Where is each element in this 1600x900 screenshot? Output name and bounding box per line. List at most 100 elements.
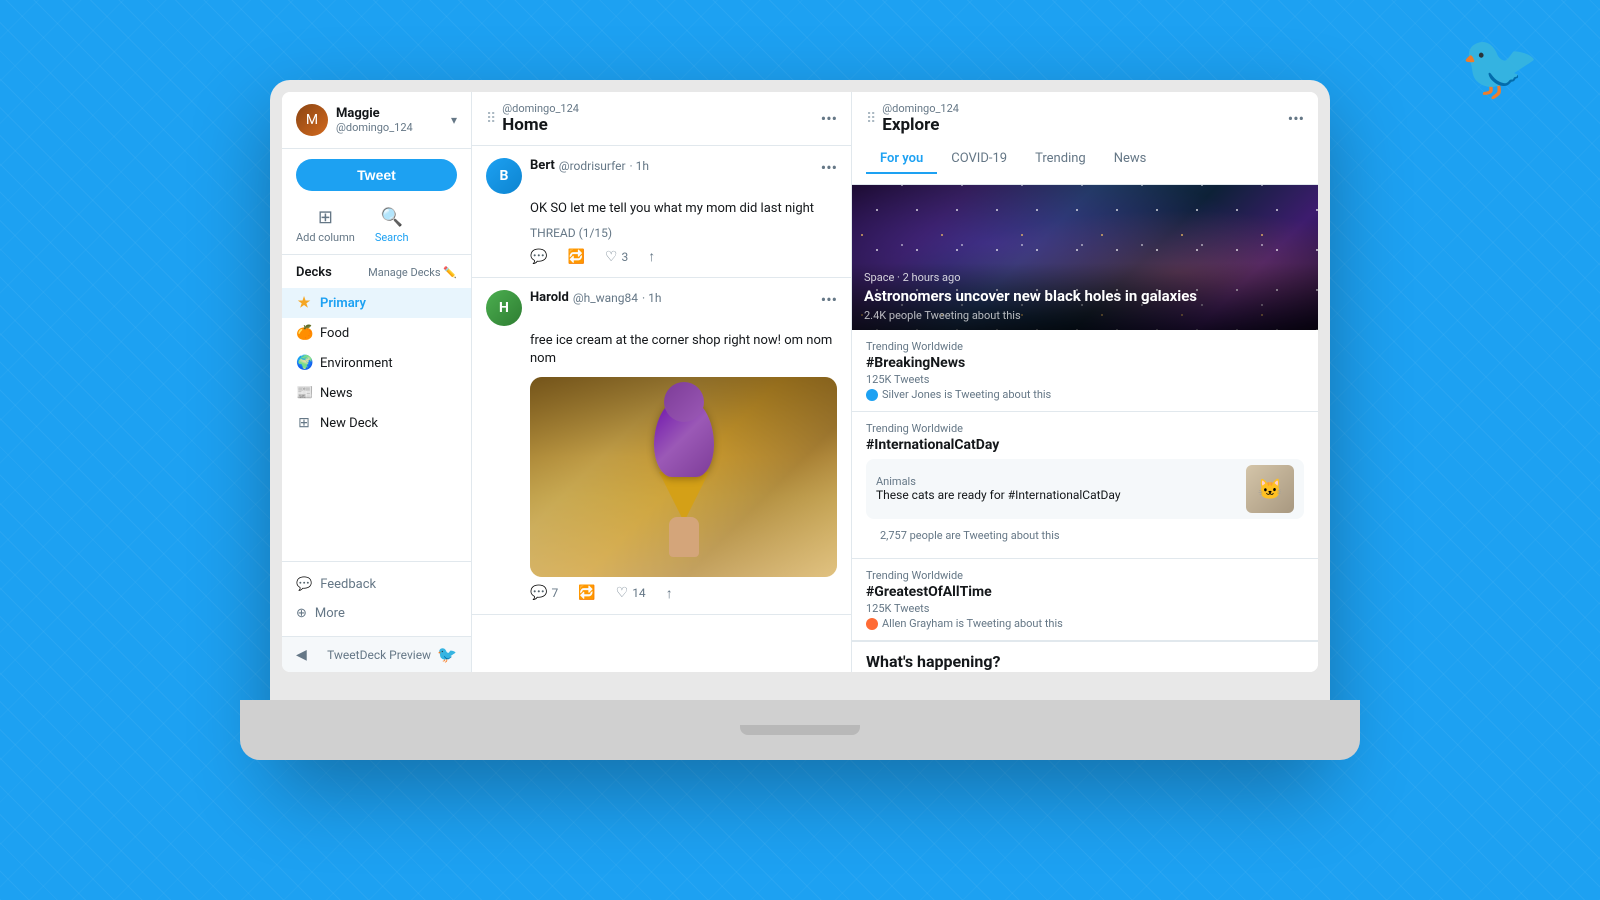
user-names: Maggie @domingo_124 — [336, 106, 413, 134]
tab-news[interactable]: News — [1100, 145, 1161, 174]
user-handle: @domingo_124 — [336, 121, 413, 134]
decks-title: Decks — [296, 265, 332, 280]
trending-item-goat[interactable]: Trending Worldwide #GreatestOfAllTime 12… — [852, 559, 1318, 641]
column-drag-handle-icon: ⠿ — [486, 111, 496, 127]
trending-tweets-goat: 125K Tweets — [866, 602, 1304, 615]
retweet-action-harold[interactable]: 🔁 — [578, 585, 595, 601]
user-display-name: Maggie — [336, 106, 413, 121]
tweet-item-harold[interactable]: H Harold @h_wang84 · 1h ••• — [472, 278, 851, 614]
collapse-arrow-icon[interactable]: ◀ — [296, 647, 307, 663]
more-icon: ⊕ — [296, 606, 307, 621]
home-column-menu-icon[interactable]: ••• — [821, 109, 837, 128]
tweet-more-icon-harold[interactable]: ••• — [821, 290, 837, 309]
manage-decks-link[interactable]: Manage Decks ✏️ — [368, 266, 457, 279]
explore-column-header-left: ⠿ @domingo_124 Explore — [866, 102, 959, 135]
explore-column-menu-icon[interactable]: ••• — [1288, 109, 1304, 128]
tweet-name-row-harold: Harold @h_wang84 · 1h — [530, 290, 661, 305]
ice-cream-cone — [659, 472, 709, 522]
reply-count-harold: 7 — [551, 586, 558, 600]
sidebar: M Maggie @domingo_124 ▾ Tweet ⊞ — [282, 92, 472, 672]
preview-label: TweetDeck Preview — [327, 648, 431, 662]
trending-tweets-breaking: 125K Tweets — [866, 373, 1304, 386]
trending-label-breaking: Trending Worldwide — [866, 340, 1304, 353]
feedback-item[interactable]: 💬 Feedback — [282, 570, 471, 599]
home-column: ⠿ @domingo_124 Home ••• B — [472, 92, 852, 672]
sidebar-actions: ⊞ Add column 🔍 Search — [282, 201, 471, 255]
trending-author-text-goat: Allen Grayham is Tweeting about this — [882, 617, 1063, 630]
explore-header-top: ⠿ @domingo_124 Explore ••• — [866, 102, 1304, 135]
trending-item-cat-day[interactable]: Trending Worldwide #InternationalCatDay … — [852, 412, 1318, 559]
tab-trending[interactable]: Trending — [1021, 145, 1100, 174]
deck-item-news[interactable]: 📰 News — [282, 378, 471, 408]
trending-label-goat: Trending Worldwide — [866, 569, 1304, 582]
news-hero-card[interactable]: Space · 2 hours ago Astronomers uncover … — [852, 185, 1318, 330]
retweet-icon: 🔁 — [567, 249, 584, 265]
trending-author-goat: Allen Grayham is Tweeting about this — [866, 617, 1304, 630]
tweet-header-bert: B Bert @rodrisurfer · 1h ••• — [486, 158, 837, 194]
tab-for-you[interactable]: For you — [866, 145, 937, 174]
news-hero-overlay: Space · 2 hours ago Astronomers uncover … — [852, 263, 1318, 331]
news-icon: 📰 — [296, 385, 312, 401]
tweetdeck-preview-bar: ◀ TweetDeck Preview 🐦 — [282, 636, 471, 672]
trending-hashtag-catday: #InternationalCatDay — [866, 437, 1304, 453]
tweet-thread-label-bert: THREAD (1/15) — [530, 226, 837, 240]
tweet-more-icon-bert[interactable]: ••• — [821, 158, 837, 177]
tweet-actions-bert: 💬 🔁 ♡ 3 ↑ — [530, 248, 837, 265]
deck-label-food: Food — [320, 326, 349, 341]
deck-item-primary[interactable]: ★ Primary — [282, 288, 471, 318]
laptop-shell: M Maggie @domingo_124 ▾ Tweet ⊞ — [270, 80, 1330, 760]
avatar-initial: M — [306, 112, 318, 128]
explore-column-username: @domingo_124 — [882, 102, 959, 115]
like-action-harold[interactable]: ♡ 14 — [616, 585, 646, 601]
home-column-header: ⠿ @domingo_124 Home ••• — [472, 92, 851, 146]
whats-happening-section: What's happening? — [852, 641, 1318, 672]
home-column-title-group: @domingo_124 Home — [502, 102, 579, 135]
environment-icon: 🌍 — [296, 355, 312, 371]
like-action-bert[interactable]: ♡ 3 — [605, 249, 628, 265]
chevron-down-icon[interactable]: ▾ — [451, 113, 457, 127]
trending-label-catday: Trending Worldwide — [866, 422, 1304, 435]
reply-icon-harold: 💬 — [530, 585, 547, 601]
sidebar-header: M Maggie @domingo_124 ▾ — [282, 92, 471, 149]
laptop-notch — [740, 725, 860, 735]
trending-author-breaking: Silver Jones is Tweeting about this — [866, 388, 1304, 401]
add-column-action[interactable]: ⊞ Add column — [296, 207, 355, 244]
tweet-button[interactable]: Tweet — [296, 159, 457, 191]
deck-item-environment[interactable]: 🌍 Environment — [282, 348, 471, 378]
reply-action-harold[interactable]: 💬 7 — [530, 585, 558, 601]
tweet-name-row-bert: Bert @rodrisurfer · 1h — [530, 158, 649, 173]
trending-hashtag-breaking: #BreakingNews — [866, 355, 1304, 371]
deck-label-new: New Deck — [320, 416, 378, 431]
news-hero-category: Space · 2 hours ago — [864, 271, 1306, 284]
deck-item-food[interactable]: 🍊 Food — [282, 318, 471, 348]
trending-item-breaking-news[interactable]: Trending Worldwide #BreakingNews 125K Tw… — [852, 330, 1318, 412]
explore-header: ⠿ @domingo_124 Explore ••• For you COVID… — [852, 92, 1318, 185]
user-info: M Maggie @domingo_124 — [296, 104, 413, 136]
search-icon: 🔍 — [381, 207, 403, 228]
more-item[interactable]: ⊕ More — [282, 599, 471, 628]
retweet-action-bert[interactable]: 🔁 — [567, 249, 584, 265]
deck-item-new[interactable]: ⊞ New Deck — [282, 408, 471, 438]
tweet-actions-harold: 💬 7 🔁 ♡ 14 ↑ — [530, 585, 837, 602]
share-action-harold[interactable]: ↑ — [666, 585, 673, 602]
explore-drag-handle-icon: ⠿ — [866, 111, 876, 127]
like-icon: ♡ — [605, 249, 618, 265]
new-deck-icon: ⊞ — [296, 415, 312, 431]
tweet-item-bert[interactable]: B Bert @rodrisurfer · 1h ••• — [472, 146, 851, 278]
animal-card-image: 🐱 — [1246, 465, 1294, 513]
tab-covid19[interactable]: COVID-19 — [937, 145, 1021, 174]
tweet-user-info-harold: Harold @h_wang84 · 1h — [530, 290, 661, 305]
search-action[interactable]: 🔍 Search — [375, 207, 409, 244]
hand-visual — [669, 517, 699, 557]
tweet-display-name-harold: Harold — [530, 290, 569, 305]
share-action-bert[interactable]: ↑ — [648, 248, 655, 265]
tweet-body-harold: free ice cream at the corner shop right … — [530, 332, 837, 368]
explore-tabs: For you COVID-19 Trending News — [866, 145, 1304, 174]
trending-people-catday: 2,757 people are Tweeting about this — [866, 523, 1304, 548]
reply-action-bert[interactable]: 💬 — [530, 249, 547, 265]
star-icon: ★ — [296, 295, 312, 311]
ice-cream-visual — [654, 397, 714, 557]
tweet-avatar-bert: B — [486, 158, 522, 194]
home-column-username: @domingo_124 — [502, 102, 579, 115]
deck-label-environment: Environment — [320, 356, 393, 371]
